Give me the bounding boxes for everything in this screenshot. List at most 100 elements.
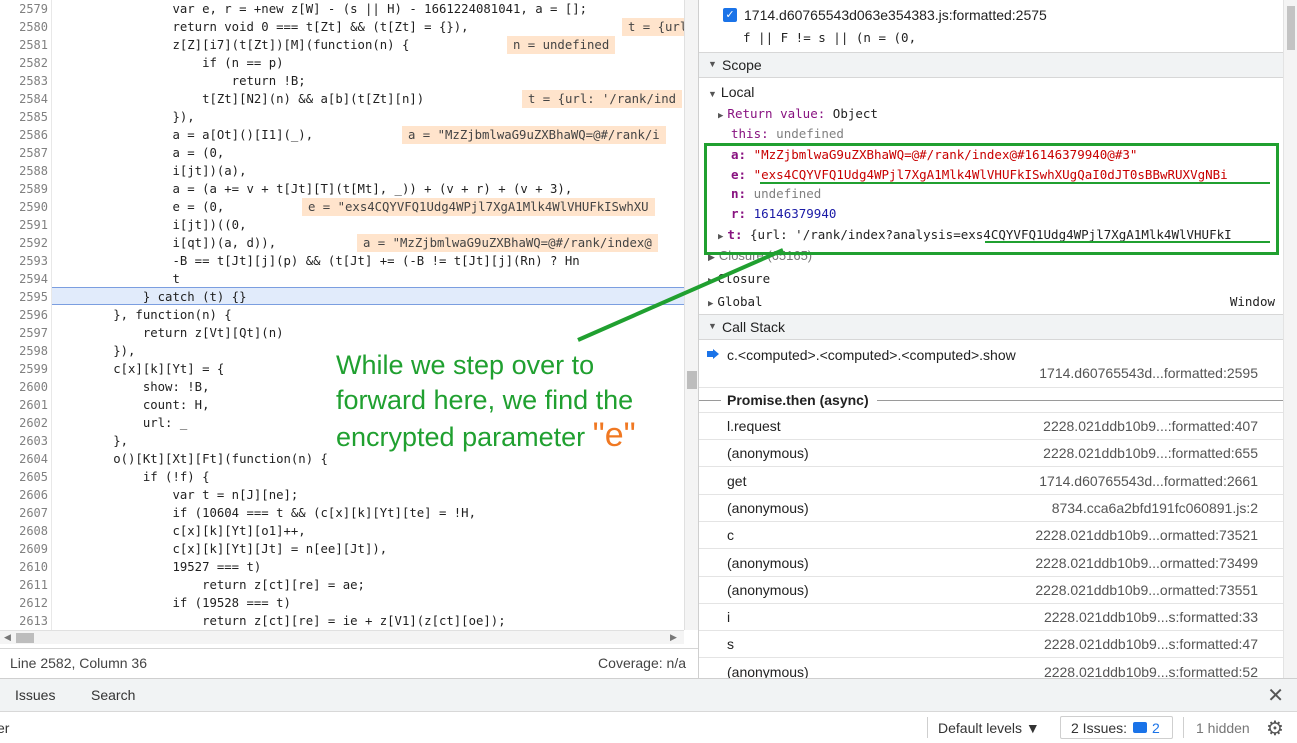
line-number[interactable]: 2608 [0,522,48,540]
code-horizontal-scrollbar[interactable]: ◀ ▶ [0,630,684,644]
line-number[interactable]: 2599 [0,360,48,378]
code-vertical-scrollbar[interactable] [684,0,698,630]
code-line[interactable]: t[Zt][N2](n) && a[b](t[Zt][n]) t = {url: … [54,90,683,108]
line-number[interactable]: 2582 [0,54,48,72]
code-line[interactable]: a = (a += v + t[Jt][T](t[Mt], _)) + (v +… [54,180,572,198]
code-line[interactable]: var t = n[J][ne]; [54,486,298,504]
line-number[interactable]: 2585 [0,108,48,126]
scope-closure[interactable]: ▶ Closure [708,271,770,286]
frame-location-link[interactable]: 1714.d60765543d...formatted:2661 [1039,473,1258,489]
frame-location-link[interactable]: 2228.021ddb10b9...:formatted:407 [1043,418,1258,434]
code-line[interactable]: }), [54,342,135,360]
line-number[interactable]: 2595 [0,288,48,306]
tab-issues[interactable]: Issues [15,687,55,703]
code-line[interactable]: url: _ [54,414,187,432]
inline-value[interactable]: a = "MzZjbmlwaG9uZXBhaWQ=@#/rank/index@ [357,234,658,252]
call-stack-frame[interactable]: (anonymous) 2228.021ddb10b9...:formatted:… [699,440,1284,468]
code-lines[interactable]: var e, r = +new z[W] - (s || H) - 166122… [54,0,684,630]
code-line[interactable]: } catch (t) {} [54,288,247,306]
scope-closure-65165[interactable]: ▶ Closure (65165) [708,248,812,263]
inline-value[interactable]: a = "MzZjbmlwaG9uZXBhaWQ=@#/rank/i [402,126,666,144]
scope-var-e[interactable]: e: "exs4CQYVFQ1Udg4WPjl7XgA1Mlk4WlVHUFkI… [731,167,1228,182]
line-number[interactable]: 2607 [0,504,48,522]
scope-section-header[interactable]: ▼ Scope [699,52,1284,78]
code-line[interactable]: c[x][k][Yt] = { [54,360,224,378]
call-stack-frame[interactable]: c 2228.021ddb10b9...ormatted:73521 [699,522,1284,550]
call-stack-active-frame[interactable]: c.<computed>.<computed>.<computed>.show … [699,342,1284,388]
frame-location-link[interactable]: 2228.021ddb10b9...s:formatted:52 [1044,664,1258,678]
line-number[interactable]: 2596 [0,306,48,324]
code-line[interactable]: -B == t[Jt][j](p) && (t[Jt] += (-B != t[… [54,252,579,270]
frame-location-link[interactable]: 2228.021ddb10b9...s:formatted:33 [1044,609,1258,625]
code-line[interactable]: if (n == p) [54,54,283,72]
line-number[interactable]: 2589 [0,180,48,198]
code-line[interactable]: if (19528 === t) [54,594,290,612]
code-line[interactable]: e = (0, e = "exs4CQYVFQ1Udg4WPjl7XgA1Mlk4… [54,198,655,216]
line-number-gutter[interactable]: 2579 2580 2581 2582 2583 2584 2585 2586 2587 2588… [0,0,52,630]
code-line[interactable]: i[jt])(a), [54,162,246,180]
inline-value[interactable]: t = {url: '/rank/ind [522,90,683,108]
call-stack-frame[interactable]: (anonymous) 2228.021ddb10b9...ormatted:73… [699,577,1284,604]
line-number[interactable]: 2593 [0,252,48,270]
code-line[interactable]: i[qt])(a, d)), a = "MzZjbmlwaG9uZXBhaWQ=@… [54,234,658,252]
line-number[interactable]: 2583 [0,72,48,90]
coverage-status[interactable]: Coverage: n/a [598,655,686,671]
scope-local[interactable]: ▼ Local [708,84,754,100]
call-stack-frame[interactable]: get 1714.d60765543d...formatted:2661 [699,468,1284,495]
close-icon[interactable]: ✕ [1267,683,1284,708]
call-stack-frame[interactable]: (anonymous) 8734.cca6a2bfd191fc060891.js:… [699,495,1284,522]
line-number[interactable]: 2588 [0,162,48,180]
scroll-left-icon[interactable]: ◀ [4,632,11,643]
gear-icon[interactable]: ⚙ [1266,716,1284,741]
tab-search[interactable]: Search [91,687,135,703]
code-line[interactable]: a = a[Ot]()[I1](_), a = "MzZjbmlwaG9uZXBh… [54,126,666,144]
call-stack-frame[interactable]: i 2228.021ddb10b9...s:formatted:33 [699,604,1284,632]
scope-var-n[interactable]: n: undefined [731,186,821,201]
code-line[interactable]: show: !B, [54,378,210,396]
line-number[interactable]: 2579 [0,0,48,18]
code-line[interactable]: }), [54,108,194,126]
scroll-right-icon[interactable]: ▶ [670,632,677,643]
line-number[interactable]: 2609 [0,540,48,558]
call-stack-frame[interactable]: (anonymous) 2228.021ddb10b9...s:formatted… [699,659,1284,678]
line-number[interactable]: 2612 [0,594,48,612]
line-number[interactable]: 2604 [0,450,48,468]
code-line[interactable]: return z[Vt][Qt](n) [54,324,284,342]
console-filter-input[interactable]: er [0,720,9,736]
code-line[interactable]: c[x][k][Yt][Jt] = n[ee][Jt]), [54,540,387,558]
code-line[interactable]: i[jt])((0, [54,216,246,234]
line-number[interactable]: 2605 [0,468,48,486]
line-number[interactable]: 2581 [0,36,48,54]
scope-this[interactable]: this: undefined [731,126,844,141]
code-line[interactable]: }, [54,432,128,450]
line-number[interactable]: 2598 [0,342,48,360]
call-stack-section-header[interactable]: ▼ Call Stack [699,314,1284,340]
inline-value[interactable]: e = "exs4CQYVFQ1Udg4WPjl7XgA1Mlk4WlVHUFk… [302,198,655,216]
code-line[interactable]: count: H, [54,396,210,414]
sidebar-scroll-thumb[interactable] [1287,6,1295,50]
cursor-position[interactable]: Line 2582, Column 36 [10,655,147,671]
call-stack-frame[interactable]: (anonymous) 2228.021ddb10b9...ormatted:73… [699,550,1284,577]
log-levels-dropdown[interactable]: Default levels ▼ [938,720,1040,736]
line-number[interactable]: 2602 [0,414,48,432]
scope-var-t[interactable]: ▶ t: {url: '/rank/index?analysis=exs4CQYV… [718,227,1232,242]
line-number[interactable]: 2592 [0,234,48,252]
line-number[interactable]: 2613 [0,612,48,630]
code-editor[interactable]: 2579 2580 2581 2582 2583 2584 2585 2586 2587 2588… [0,0,698,648]
code-horizontal-scroll-thumb[interactable] [16,633,34,643]
line-number[interactable]: 2591 [0,216,48,234]
line-number[interactable]: 2590 [0,198,48,216]
frame-location-link[interactable]: 2228.021ddb10b9...ormatted:73499 [1035,555,1258,571]
line-number[interactable]: 2586 [0,126,48,144]
call-stack-frame[interactable]: l.request 2228.021ddb10b9...:formatted:40… [699,413,1284,440]
code-line[interactable]: return !B; [54,72,306,90]
code-line[interactable]: }, function(n) { [54,306,231,324]
code-line[interactable]: c[x][k][Yt][o1]++, [54,522,305,540]
line-number[interactable]: 2606 [0,486,48,504]
line-number[interactable]: 2610 [0,558,48,576]
line-number[interactable]: 2601 [0,396,48,414]
frame-location-link[interactable]: 2228.021ddb10b9...s:formatted:47 [1044,636,1258,652]
code-line[interactable]: if (10604 === t && (c[x][k][Yt][te] = !H… [54,504,476,522]
issues-button[interactable]: 2 Issues: 2 [1060,716,1173,739]
frame-location-link[interactable]: 2228.021ddb10b9...ormatted:73551 [1035,582,1258,598]
